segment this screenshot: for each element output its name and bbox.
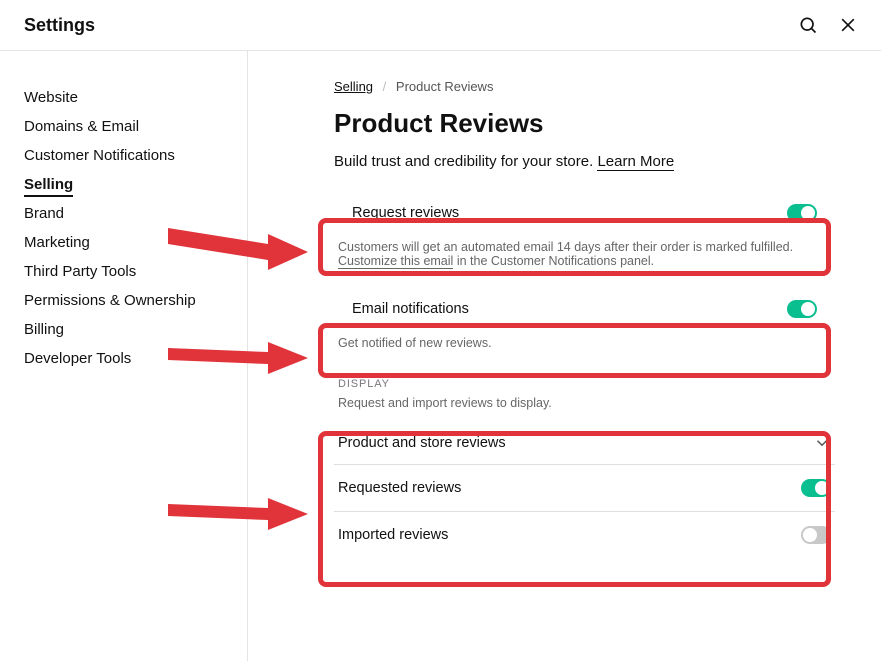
main-panel: Selling / Product Reviews Product Review… xyxy=(248,51,881,661)
email-notifications-label: Email notifications xyxy=(352,301,469,317)
display-header: DISPLAY xyxy=(334,378,835,396)
sidebar-item-developer-tools[interactable]: Developer Tools xyxy=(24,344,247,373)
sidebar-item-brand[interactable]: Brand xyxy=(24,199,247,228)
display-sub: Request and import reviews to display. xyxy=(334,396,835,424)
breadcrumb-current: Product Reviews xyxy=(396,79,494,94)
close-icon[interactable] xyxy=(837,14,859,36)
page-title: Product Reviews xyxy=(334,108,835,139)
display-section: DISPLAY Request and import reviews to di… xyxy=(334,378,835,558)
chevron-down-icon xyxy=(813,434,831,452)
request-reviews-label: Request reviews xyxy=(352,205,459,221)
sidebar-item-permissions[interactable]: Permissions & Ownership xyxy=(24,286,247,315)
settings-sidebar: Website Domains & Email Customer Notific… xyxy=(0,51,248,661)
breadcrumb-parent-link[interactable]: Selling xyxy=(334,79,373,94)
sidebar-item-selling[interactable]: Selling xyxy=(24,170,247,199)
email-notifications-row: Email notifications xyxy=(334,286,835,332)
learn-more-link[interactable]: Learn More xyxy=(597,153,674,171)
request-reviews-row: Request reviews xyxy=(334,190,835,236)
sidebar-item-billing[interactable]: Billing xyxy=(24,315,247,344)
review-scope-label: Product and store reviews xyxy=(338,435,506,451)
customize-email-link[interactable]: Customize this email xyxy=(338,254,453,269)
settings-header: Settings xyxy=(0,0,881,51)
header-actions xyxy=(797,14,859,36)
sidebar-item-website[interactable]: Website xyxy=(24,83,247,112)
sidebar-item-marketing[interactable]: Marketing xyxy=(24,228,247,257)
requested-reviews-toggle[interactable] xyxy=(801,479,831,497)
request-reviews-help: Customers will get an automated email 14… xyxy=(338,240,831,268)
search-icon[interactable] xyxy=(797,14,819,36)
breadcrumb: Selling / Product Reviews xyxy=(334,79,835,94)
requested-reviews-label: Requested reviews xyxy=(338,480,461,496)
request-reviews-toggle[interactable] xyxy=(787,204,817,222)
requested-reviews-row: Requested reviews xyxy=(334,465,835,512)
breadcrumb-separator: / xyxy=(383,79,387,94)
email-notifications-help: Get notified of new reviews. xyxy=(338,336,831,350)
sidebar-item-domains[interactable]: Domains & Email xyxy=(24,112,247,141)
settings-title: Settings xyxy=(24,15,95,36)
imported-reviews-label: Imported reviews xyxy=(338,527,448,543)
imported-reviews-toggle[interactable] xyxy=(801,526,831,544)
sidebar-item-third-party[interactable]: Third Party Tools xyxy=(24,257,247,286)
review-scope-select[interactable]: Product and store reviews xyxy=(334,424,835,465)
sidebar-item-customer-notifications[interactable]: Customer Notifications xyxy=(24,141,247,170)
email-notifications-toggle[interactable] xyxy=(787,300,817,318)
imported-reviews-row: Imported reviews xyxy=(334,512,835,558)
page-subtitle: Build trust and credibility for your sto… xyxy=(334,153,835,170)
